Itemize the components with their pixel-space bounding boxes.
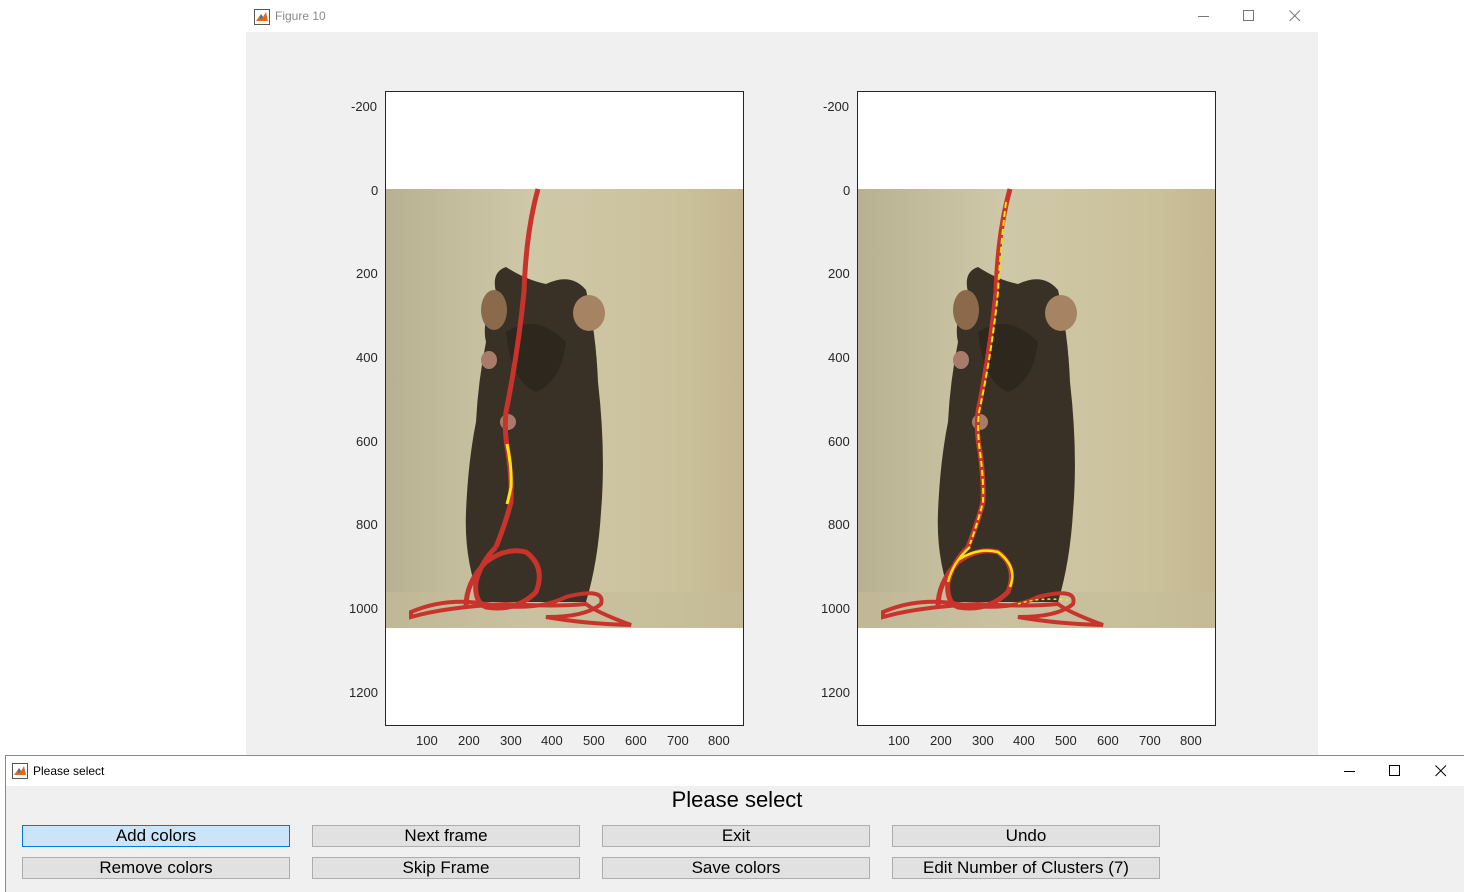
left-x-tick: 400 bbox=[541, 733, 563, 748]
right-y-tick: 1200 bbox=[821, 685, 850, 700]
right-x-tick: 100 bbox=[888, 733, 910, 748]
left-x-tick: 600 bbox=[625, 733, 647, 748]
right-x-tick: 400 bbox=[1013, 733, 1035, 748]
dialog-title: Please select bbox=[33, 764, 105, 778]
dialog-heading: Please select bbox=[671, 787, 803, 812]
left-y-tick: 600 bbox=[356, 434, 378, 449]
right-y-tick: 200 bbox=[828, 266, 850, 281]
left-image-axes[interactable] bbox=[385, 91, 744, 726]
left-y-tick: -200 bbox=[351, 99, 378, 114]
save-colors-button[interactable]: Save colors bbox=[602, 857, 870, 879]
left-y-tick: 1000 bbox=[349, 601, 378, 616]
left-x-tick: 500 bbox=[583, 733, 605, 748]
close-icon[interactable] bbox=[1418, 756, 1464, 786]
maximize-icon[interactable] bbox=[1372, 756, 1418, 786]
left-mouse-image bbox=[386, 188, 743, 628]
left-x-tick: 800 bbox=[708, 733, 730, 748]
right-x-tick: 600 bbox=[1097, 733, 1119, 748]
minimize-icon[interactable] bbox=[1327, 756, 1373, 786]
remove-colors-button[interactable]: Remove colors bbox=[22, 857, 290, 879]
left-y-tick: 200 bbox=[356, 266, 378, 281]
left-y-tick: 1200 bbox=[349, 685, 378, 700]
minimize-icon[interactable] bbox=[1181, 1, 1227, 31]
left-x-tick: 300 bbox=[500, 733, 522, 748]
right-mouse-image bbox=[858, 188, 1215, 628]
right-y-tick: 0 bbox=[843, 183, 851, 198]
add-colors-button[interactable]: Add colors bbox=[22, 825, 290, 847]
figure-title: Figure 10 bbox=[275, 9, 326, 23]
edit-clusters-button[interactable]: Edit Number of Clusters (7) bbox=[892, 857, 1160, 879]
right-x-tick: 500 bbox=[1055, 733, 1077, 748]
right-y-tick: 600 bbox=[828, 434, 850, 449]
figure-window: Figure 10 -200 0 200 400 600 800 1000 12… bbox=[246, 0, 1318, 756]
close-icon[interactable] bbox=[1272, 1, 1318, 31]
right-y-tick: 800 bbox=[828, 517, 850, 532]
dialog-window: Please select Please select Add colors N… bbox=[5, 755, 1464, 892]
left-y-tick: 800 bbox=[356, 517, 378, 532]
dialog-titlebar[interactable]: Please select bbox=[6, 756, 1464, 786]
right-y-tick: 400 bbox=[828, 350, 850, 365]
undo-button[interactable]: Undo bbox=[892, 825, 1160, 847]
right-x-tick: 200 bbox=[930, 733, 952, 748]
left-y-tick: 400 bbox=[356, 350, 378, 365]
matlab-icon bbox=[254, 9, 270, 25]
right-y-tick: -200 bbox=[823, 99, 850, 114]
left-x-tick: 200 bbox=[458, 733, 480, 748]
matlab-icon bbox=[12, 763, 28, 779]
next-frame-button[interactable]: Next frame bbox=[312, 825, 580, 847]
maximize-icon[interactable] bbox=[1226, 1, 1272, 31]
right-image-axes[interactable] bbox=[857, 91, 1216, 726]
skip-frame-button[interactable]: Skip Frame bbox=[312, 857, 580, 879]
left-y-tick: 0 bbox=[371, 183, 379, 198]
right-x-tick: 800 bbox=[1180, 733, 1202, 748]
left-x-tick: 700 bbox=[667, 733, 689, 748]
figure-titlebar[interactable]: Figure 10 bbox=[246, 0, 1318, 32]
right-x-tick: 700 bbox=[1139, 733, 1161, 748]
right-x-tick: 300 bbox=[972, 733, 994, 748]
right-y-tick: 1000 bbox=[821, 601, 850, 616]
left-x-tick: 100 bbox=[416, 733, 438, 748]
exit-button[interactable]: Exit bbox=[602, 825, 870, 847]
